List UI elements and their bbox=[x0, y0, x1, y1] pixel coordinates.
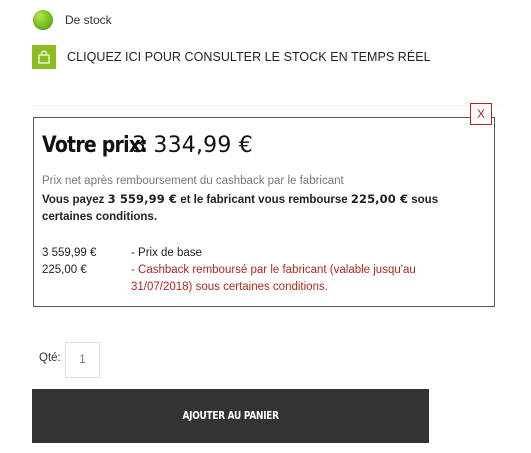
realtime-stock-link[interactable]: CLIQUEZ ICI POUR CONSULTER LE STOCK EN T… bbox=[32, 44, 431, 70]
separator bbox=[33, 105, 499, 106]
stock-status: De stock bbox=[33, 9, 112, 31]
realtime-stock-link-label[interactable]: CLIQUEZ ICI POUR CONSULTER LE STOCK EN T… bbox=[67, 50, 431, 64]
net-price-note: Prix net après remboursement du cashback… bbox=[42, 175, 344, 187]
price-line-description: - Prix de base bbox=[131, 247, 202, 259]
quantity-input[interactable] bbox=[65, 342, 100, 378]
quantity-label: Qté: bbox=[39, 352, 61, 364]
price-line-amount: 225,00 € bbox=[42, 264, 87, 276]
close-button[interactable]: X bbox=[470, 103, 492, 125]
payment-prefix: Vous payez bbox=[42, 194, 105, 206]
green-dot-icon bbox=[33, 10, 53, 30]
price-line-amount: 3 559,99 € bbox=[42, 247, 97, 259]
stock-status-label: De stock bbox=[65, 13, 112, 27]
price-title: Votre prix:3 334,99 € bbox=[42, 130, 253, 164]
price-breakdown: 3 559,99 € - Prix de base 225,00 € - Cas… bbox=[42, 245, 482, 296]
price-line-description: - Cashback remboursé par le fabricant (v… bbox=[131, 264, 416, 293]
payment-middle: et le fabricant vous rembourse bbox=[180, 194, 348, 206]
payment-summary: Vous payez 3 559,99 € et le fabricant vo… bbox=[42, 191, 482, 226]
amount-refund: 225,00 € bbox=[350, 192, 409, 206]
price-title-value: 3 334,99 € bbox=[132, 133, 253, 158]
add-to-cart-button[interactable]: AJOUTER AU PANIER bbox=[32, 389, 429, 443]
price-line-base: 3 559,99 € - Prix de base bbox=[42, 245, 482, 262]
add-to-cart-label: AJOUTER AU PANIER bbox=[182, 410, 279, 422]
amount-paid: 3 559,99 € bbox=[107, 192, 178, 206]
price-line-cashback: 225,00 € - Cashback remboursé par le fab… bbox=[42, 262, 482, 296]
price-box: Votre prix:3 334,99 € Prix net après rem… bbox=[33, 117, 495, 307]
price-title-label: Votre prix: bbox=[42, 133, 148, 158]
shopping-bag-icon bbox=[32, 45, 56, 69]
